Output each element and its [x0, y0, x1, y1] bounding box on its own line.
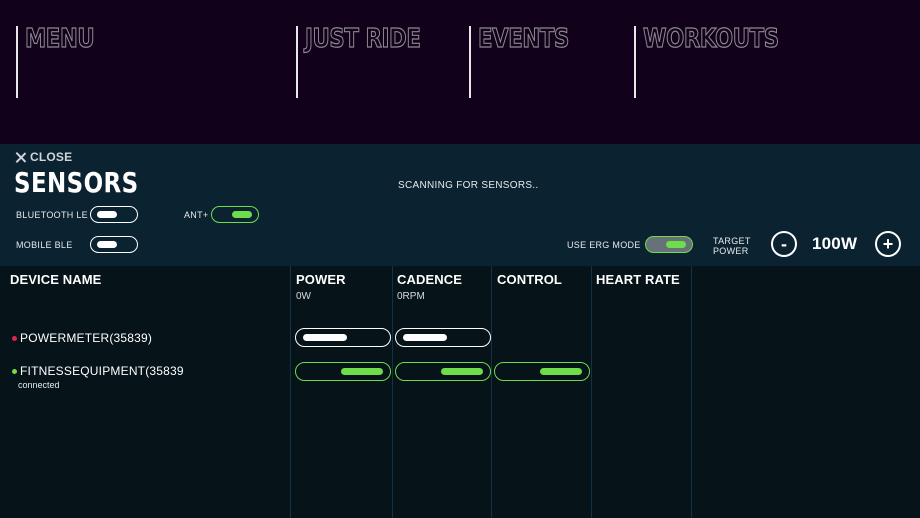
pill-indicator	[441, 368, 483, 375]
close-button[interactable]: CLOSE	[14, 150, 72, 164]
top-nav: MENU JUST RIDE EVENTS WORKOUTS	[0, 0, 920, 144]
device-connection-status: connected	[18, 380, 60, 390]
nav-just-ride[interactable]: JUST RIDE	[296, 24, 446, 98]
fitness-equipment-cadence-select[interactable]	[395, 362, 491, 381]
column-divider	[691, 266, 692, 518]
nav-menu[interactable]: MENU	[16, 24, 110, 98]
increase-power-button[interactable]: +	[875, 231, 901, 257]
status-dot	[12, 368, 17, 374]
decrease-power-button[interactable]: -	[771, 231, 797, 257]
column-divider	[491, 266, 492, 518]
pill-indicator	[540, 368, 582, 375]
toggle-knob	[97, 210, 117, 218]
device-name: FITNESSEQUIPMENT(35839	[20, 364, 184, 378]
mobile-ble-label: MOBILE BLE	[16, 240, 73, 250]
fitness-equipment-control-select[interactable]	[494, 362, 590, 381]
power-reading: 0W	[296, 291, 311, 302]
column-divider	[392, 266, 393, 518]
device-table: DEVICE NAME POWER 0W CADENCE 0RPM CONTRO…	[0, 266, 920, 518]
target-power-label-line2: POWER	[713, 246, 749, 256]
sensors-panel: CLOSE SENSORS SCANNING FOR SENSORS.. BLU…	[0, 144, 920, 266]
powermeter-power-select[interactable]	[295, 328, 391, 347]
column-header-power: POWER	[296, 272, 346, 287]
powermeter-cadence-select[interactable]	[395, 328, 491, 347]
target-power-label-line1: TARGET	[713, 236, 751, 246]
page-title: SENSORS	[14, 166, 139, 199]
nav-workouts-label: WORKOUTS	[643, 24, 780, 54]
device-row-fitness-equipment: FITNESSEQUIPMENT(35839	[12, 364, 184, 378]
close-label: CLOSE	[30, 150, 73, 164]
column-header-device-name: DEVICE NAME	[10, 272, 102, 287]
toggle-knob	[232, 210, 252, 218]
pill-indicator	[403, 334, 447, 341]
erg-mode-toggle[interactable]	[645, 236, 693, 253]
pill-indicator	[341, 368, 383, 375]
scanning-status: SCANNING FOR SENSORS..	[398, 180, 539, 191]
status-dot	[12, 335, 17, 341]
nav-menu-label: MENU	[25, 24, 96, 54]
column-divider	[591, 266, 592, 518]
bluetooth-le-toggle[interactable]	[90, 206, 138, 223]
mobile-ble-toggle[interactable]	[90, 236, 138, 253]
column-header-control: CONTROL	[497, 272, 562, 287]
target-power-value: 100W	[812, 234, 858, 253]
ant-plus-label: ANT+	[184, 210, 209, 220]
column-divider	[290, 266, 291, 518]
toggle-knob	[97, 240, 117, 248]
close-icon	[14, 151, 27, 164]
ant-plus-toggle[interactable]	[211, 206, 259, 223]
pill-indicator	[303, 334, 347, 341]
fitness-equipment-power-select[interactable]	[295, 362, 391, 381]
toggle-knob	[666, 240, 686, 248]
cadence-reading: 0RPM	[397, 291, 425, 302]
device-row-powermeter: POWERMETER(35839)	[12, 331, 152, 345]
erg-mode-label: USE ERG MODE	[567, 240, 641, 250]
column-header-heart-rate: HEART RATE	[596, 272, 680, 287]
device-name: POWERMETER(35839)	[20, 331, 153, 345]
bluetooth-le-label: BLUETOOTH LE	[16, 210, 88, 220]
nav-workouts[interactable]: WORKOUTS	[634, 24, 808, 98]
column-header-cadence: CADENCE	[397, 272, 462, 287]
nav-events[interactable]: EVENTS	[469, 24, 589, 98]
nav-just-ride-label: JUST RIDE	[305, 24, 422, 54]
nav-events-label: EVENTS	[478, 24, 570, 54]
